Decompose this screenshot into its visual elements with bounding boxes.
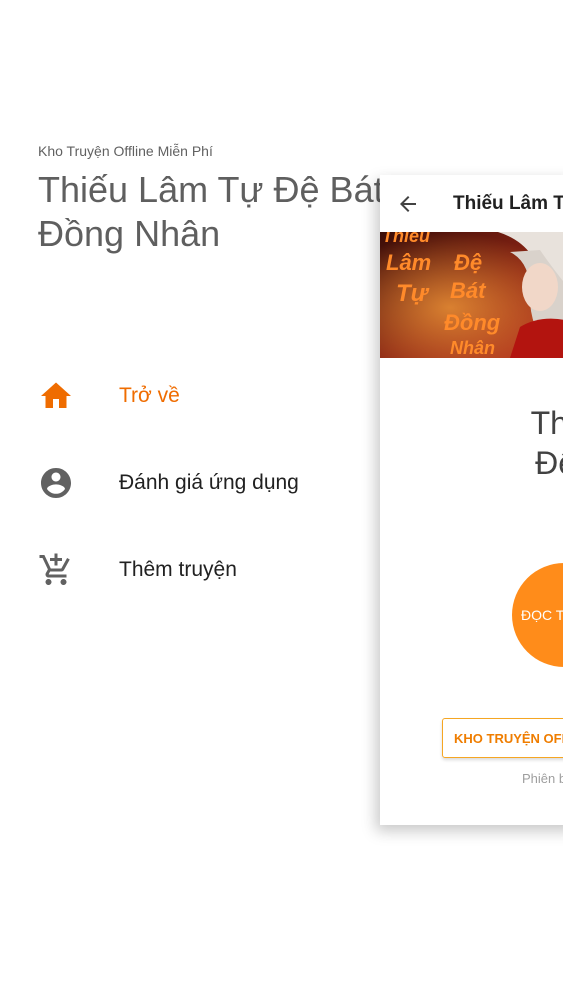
cover-text-0: Thiếu bbox=[382, 232, 430, 246]
cover-text-3: Đệ bbox=[454, 250, 483, 275]
book-title-line: Thiếu L bbox=[530, 405, 563, 441]
app-bar-title: Thiếu Lâm T bbox=[453, 193, 563, 214]
drawer-title: Thiếu Lâm Tự Đệ Bát Đồng Nhân bbox=[38, 169, 384, 254]
drawer-subtitle: Kho Truyện Offline Miễn Phí bbox=[38, 143, 213, 159]
back-arrow-icon[interactable] bbox=[396, 192, 420, 216]
app-bar: Thiếu Lâm T bbox=[380, 175, 563, 232]
main-screen-preview[interactable]: Thiếu Lâm T Thiếu Lâm Tự Đệ Bát Đồng Nhâ… bbox=[380, 175, 563, 825]
book-cover-image: Thiếu Lâm Tự Đệ Bát Đồng Nhân bbox=[380, 232, 563, 358]
menu-item-add-story[interactable]: Thêm truyện bbox=[0, 540, 360, 600]
book-title-line: Đệ Bát bbox=[535, 445, 563, 481]
book-title-line: Nh bbox=[464, 483, 563, 523]
version-text: Phiên b bbox=[522, 771, 563, 786]
cover-text-2: Tự bbox=[396, 280, 428, 307]
menu-item-back[interactable]: Trở về bbox=[0, 366, 360, 426]
offline-store-button[interactable]: KHO TRUYỆN OFF bbox=[442, 718, 563, 758]
home-icon bbox=[38, 378, 74, 414]
menu-item-back-label: Trở về bbox=[119, 384, 180, 407]
cover-text-6: Nhân bbox=[450, 338, 495, 358]
menu-item-rate-app-label: Đánh giá ứng dụng bbox=[119, 471, 299, 494]
account-circle-icon bbox=[38, 465, 74, 501]
book-title: Thiếu L Đệ Bát Nh bbox=[464, 403, 563, 523]
cover-text-1: Lâm bbox=[386, 250, 432, 275]
menu-item-add-story-label: Thêm truyện bbox=[119, 558, 237, 581]
menu-item-rate-app[interactable]: Đánh giá ứng dụng bbox=[0, 453, 360, 513]
read-story-button[interactable]: ĐỌC TI bbox=[512, 563, 563, 667]
cover-text-4: Bát bbox=[450, 278, 486, 303]
cover-text-5: Đồng bbox=[444, 310, 501, 335]
add-shopping-cart-icon bbox=[38, 552, 74, 588]
